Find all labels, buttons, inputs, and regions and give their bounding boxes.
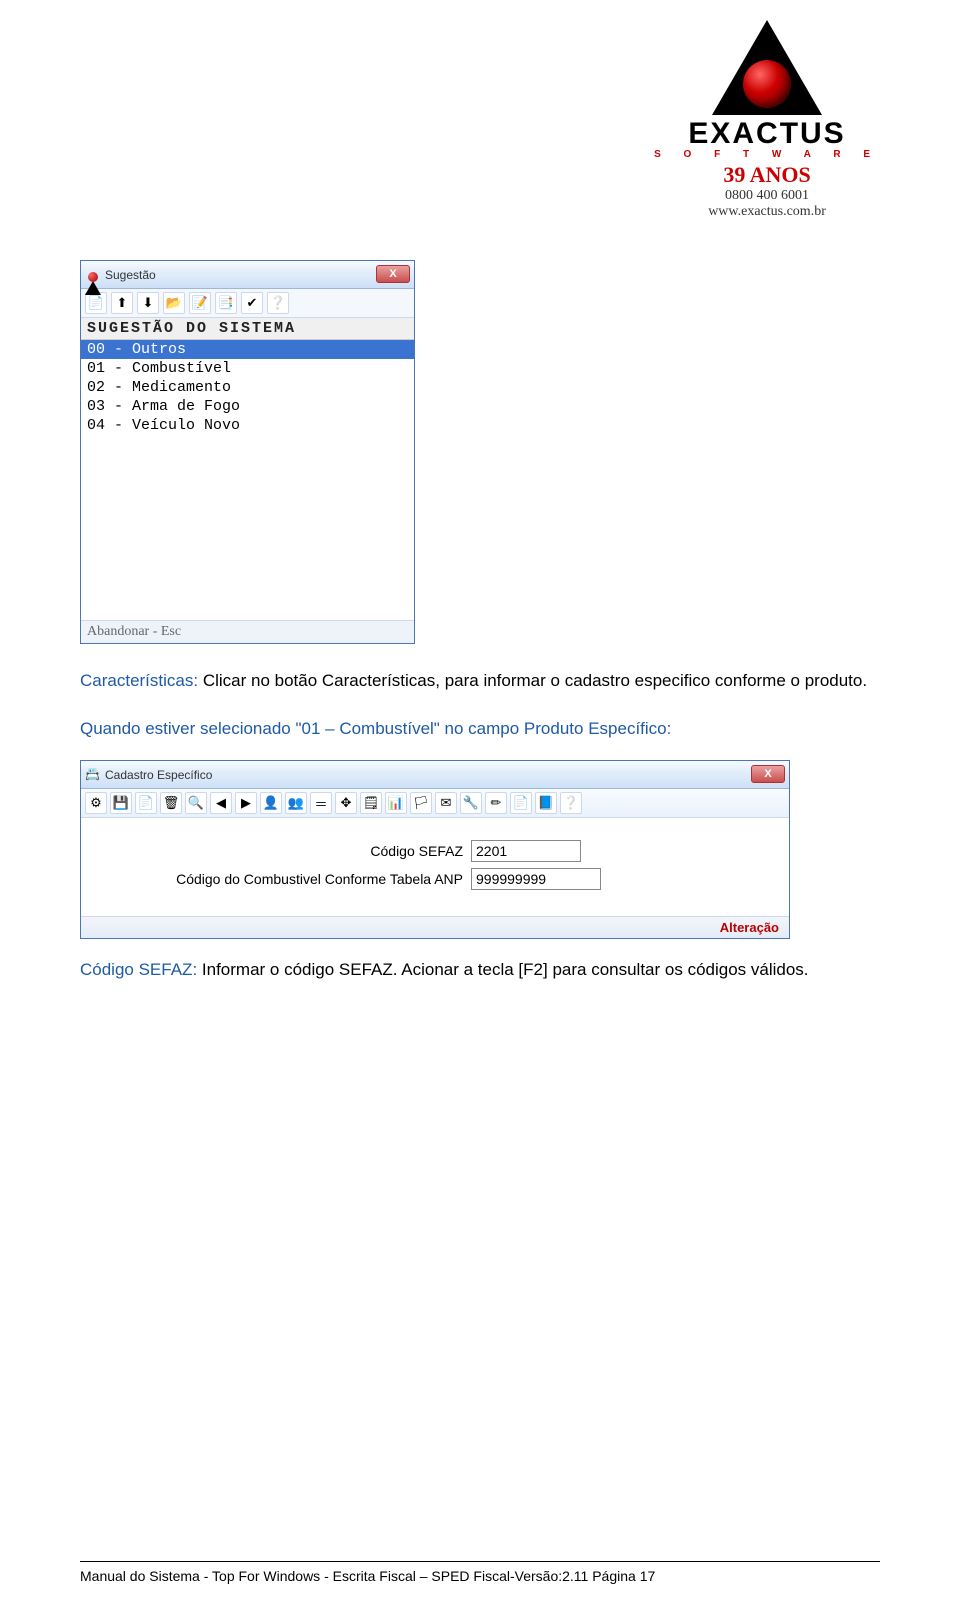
- cadastro-form: Código SEFAZ Código do Combustivel Confo…: [81, 818, 789, 916]
- logo-ball-icon: [743, 60, 791, 108]
- tb-save-icon[interactable]: 💾: [110, 792, 132, 814]
- tb-search-icon[interactable]: 🔍: [185, 792, 207, 814]
- tb-down-icon[interactable]: ⬇: [137, 292, 159, 314]
- brand-years: 39 ANOS: [654, 162, 880, 188]
- close-button[interactable]: X: [376, 265, 410, 283]
- text-caracteristicas: Clicar no botão Características, para in…: [198, 671, 867, 690]
- tb-chart-icon[interactable]: 📊: [385, 792, 407, 814]
- brand-subtitle: S O F T W A R E: [654, 149, 880, 160]
- tb-users-icon[interactable]: 👥: [285, 792, 307, 814]
- sugestao-toolbar: 📄 ⬆ ⬇ 📂 📝 📑 ✔ ❔: [81, 289, 414, 318]
- label-caracteristicas: Características:: [80, 671, 198, 690]
- brand-phone: 0800 400 6001: [654, 188, 880, 204]
- label-codigo-sefaz-para: Código SEFAZ:: [80, 960, 197, 979]
- list-item[interactable]: 01 - Combustível: [81, 359, 414, 378]
- tb-mail-icon[interactable]: ✉: [435, 792, 457, 814]
- tb-help-icon[interactable]: ❔: [560, 792, 582, 814]
- list-item[interactable]: 00 - Outros: [81, 340, 414, 359]
- cadastro-dialog: 📇 Cadastro Específico X ⚙ 💾 📄 🗑 🔍 ◀ ▶ 👤 …: [80, 760, 790, 939]
- logo-triangle-icon: [712, 20, 822, 115]
- tb-check-icon[interactable]: ✔: [241, 292, 263, 314]
- text-quando: Quando estiver selecionado "01 – Combust…: [80, 719, 671, 738]
- label-codigo-anp: Código do Combustivel Conforme Tabela AN…: [91, 871, 471, 887]
- sugestao-list-header: SUGESTÃO DO SISTEMA: [81, 318, 414, 340]
- tb-equal-icon[interactable]: ＝: [310, 792, 332, 814]
- tb-edit-icon[interactable]: 📝: [189, 292, 211, 314]
- tb-book-icon[interactable]: 📘: [535, 792, 557, 814]
- sugestao-dialog: Sugestão X 📄 ⬆ ⬇ 📂 📝 📑 ✔ ❔ SUGESTÃO DO S…: [80, 260, 415, 644]
- sugestao-title: Sugestão: [105, 268, 156, 282]
- input-codigo-sefaz[interactable]: [471, 840, 581, 862]
- input-codigo-anp[interactable]: [471, 868, 601, 890]
- tb-copy-icon[interactable]: 📑: [215, 292, 237, 314]
- tb-note-icon[interactable]: 🗒: [360, 792, 382, 814]
- row-codigo-sefaz: Código SEFAZ: [91, 840, 779, 862]
- tb-pencil-icon[interactable]: ✏: [485, 792, 507, 814]
- row-codigo-anp: Código do Combustivel Conforme Tabela AN…: [91, 868, 779, 890]
- list-item[interactable]: 03 - Arma de Fogo: [81, 397, 414, 416]
- list-item[interactable]: 04 - Veículo Novo: [81, 416, 414, 435]
- page-footer: Manual do Sistema - Top For Windows - Es…: [80, 1561, 880, 1584]
- sugestao-list[interactable]: 00 - Outros 01 - Combustível 02 - Medica…: [81, 340, 414, 620]
- paragraph-codigo-sefaz: Código SEFAZ: Informar o código SEFAZ. A…: [80, 953, 880, 987]
- close-button[interactable]: X: [751, 765, 785, 783]
- cadastro-title: Cadastro Específico: [105, 768, 212, 782]
- brand-url: www.exactus.com.br: [654, 204, 880, 220]
- paragraph-quando: Quando estiver selecionado "01 – Combust…: [80, 712, 880, 746]
- sugestao-titlebar: Sugestão X: [81, 261, 414, 289]
- list-item[interactable]: 02 - Medicamento: [81, 378, 414, 397]
- tb-next-icon[interactable]: ▶: [235, 792, 257, 814]
- tb-gear-icon[interactable]: ⚙: [85, 792, 107, 814]
- tb-up-icon[interactable]: ⬆: [111, 292, 133, 314]
- cadastro-icon: 📇: [85, 767, 101, 783]
- tb-prev-icon[interactable]: ◀: [210, 792, 232, 814]
- label-codigo-sefaz: Código SEFAZ: [91, 843, 471, 859]
- cadastro-titlebar: 📇 Cadastro Específico X: [81, 761, 789, 789]
- tb-help-icon[interactable]: ❔: [267, 292, 289, 314]
- tb-open-icon[interactable]: 📂: [163, 292, 185, 314]
- tb-delete-icon[interactable]: 🗑: [160, 792, 182, 814]
- company-header: EXACTUS S O F T W A R E 39 ANOS 0800 400…: [654, 20, 880, 220]
- tb-user-icon[interactable]: 👤: [260, 792, 282, 814]
- footer-text: Manual do Sistema - Top For Windows - Es…: [80, 1568, 655, 1584]
- tb-flag-icon[interactable]: 🏳: [410, 792, 432, 814]
- tb-page-icon[interactable]: 📄: [135, 792, 157, 814]
- tb-new-icon[interactable]: 📄: [85, 292, 107, 314]
- sugestao-status: Abandonar - Esc: [81, 620, 414, 643]
- text-codigo-sefaz-para: Informar o código SEFAZ. Acionar a tecla…: [197, 960, 808, 979]
- paragraph-caracteristicas: Características: Clicar no botão Caracte…: [80, 664, 880, 698]
- tb-move-icon[interactable]: ✥: [335, 792, 357, 814]
- cadastro-status: Alteração: [81, 916, 789, 938]
- cadastro-toolbar: ⚙ 💾 📄 🗑 🔍 ◀ ▶ 👤 👥 ＝ ✥ 🗒 📊 🏳 ✉ 🔧 ✏ 📄 📘: [81, 789, 789, 818]
- tb-doc-icon[interactable]: 📄: [510, 792, 532, 814]
- tb-tool-icon[interactable]: 🔧: [460, 792, 482, 814]
- brand-name: EXACTUS: [654, 117, 880, 151]
- app-icon: [85, 267, 101, 283]
